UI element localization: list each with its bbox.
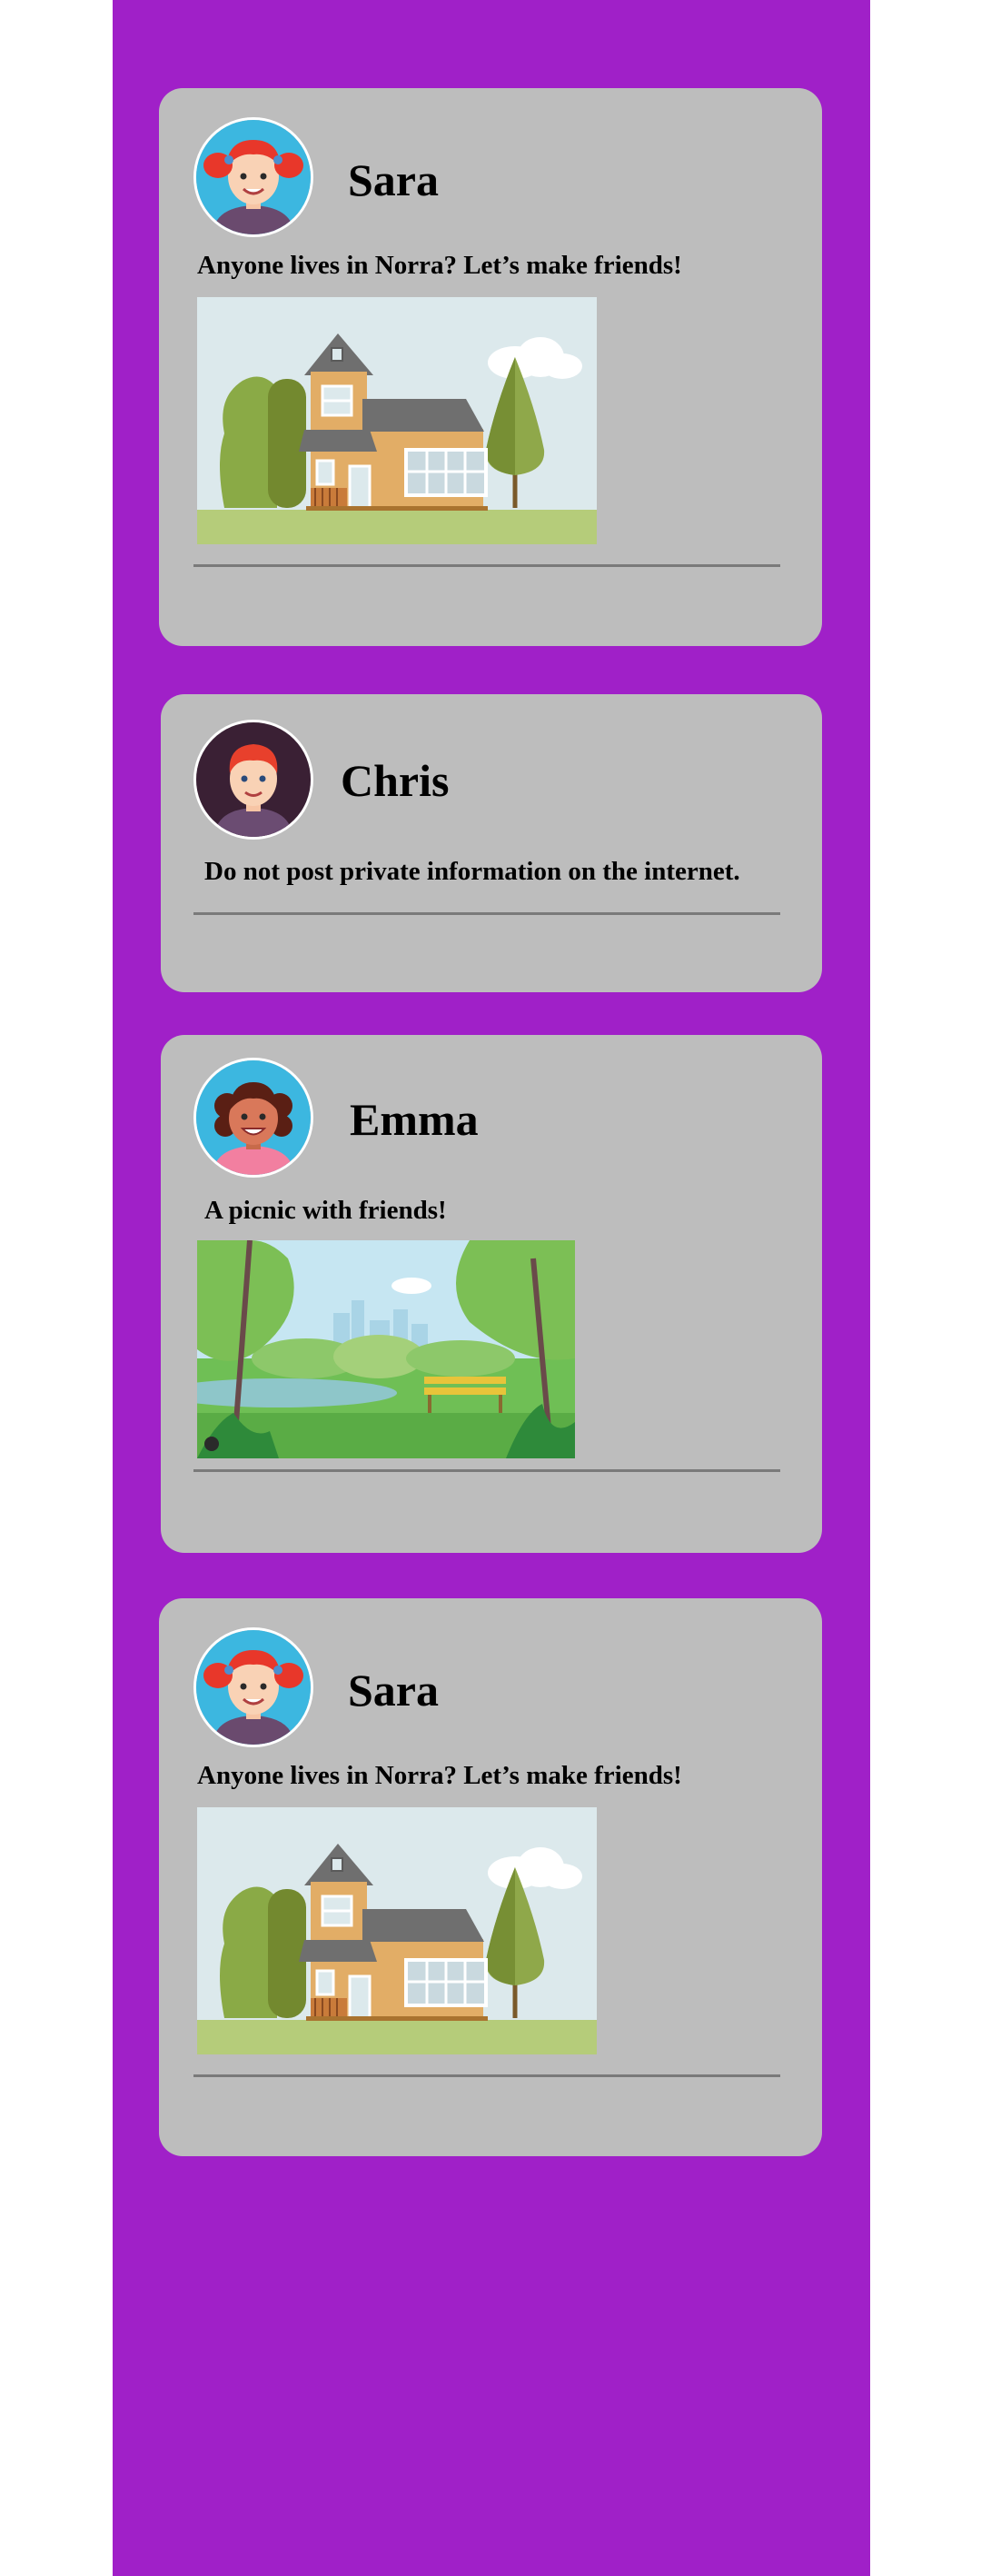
- post-text: Do not post private information on the i…: [204, 857, 740, 886]
- post-image[interactable]: [197, 297, 597, 544]
- post-card: Sara Anyone lives in Norra? Let’s make f…: [159, 88, 822, 646]
- post-card: Emma A picnic with friends!: [161, 1035, 822, 1553]
- post-divider: [193, 564, 780, 567]
- house-illustration: [197, 1807, 597, 2054]
- post-text: A picnic with friends!: [204, 1196, 447, 1225]
- boy-red-hair-avatar-icon: [196, 722, 311, 837]
- avatar[interactable]: [193, 1058, 313, 1178]
- post-text: Anyone lives in Norra? Let’s make friend…: [197, 251, 682, 280]
- post-image[interactable]: [197, 1240, 575, 1458]
- post-author[interactable]: Chris: [341, 758, 449, 803]
- avatar[interactable]: [193, 117, 313, 237]
- feed: Sara Anyone lives in Norra? Let’s make f…: [113, 0, 870, 2576]
- post-card: Chris Do not post private information on…: [161, 694, 822, 992]
- post-author[interactable]: Emma: [350, 1097, 479, 1142]
- girl-red-pigtails-avatar-icon: [196, 1630, 311, 1745]
- post-image[interactable]: [197, 1807, 597, 2054]
- post-text: Anyone lives in Norra? Let’s make friend…: [197, 1761, 682, 1790]
- girl-red-pigtails-avatar-icon: [196, 120, 311, 234]
- post-divider: [193, 1469, 780, 1472]
- girl-curly-hair-avatar-icon: [196, 1060, 311, 1175]
- post-divider: [193, 2074, 780, 2077]
- park-illustration: [197, 1240, 575, 1458]
- post-divider: [193, 912, 780, 915]
- post-card: Sara Anyone lives in Norra? Let’s make f…: [159, 1598, 822, 2156]
- avatar[interactable]: [193, 720, 313, 840]
- avatar[interactable]: [193, 1627, 313, 1747]
- house-illustration: [197, 297, 597, 544]
- post-author[interactable]: Sara: [348, 157, 439, 203]
- post-author[interactable]: Sara: [348, 1667, 439, 1713]
